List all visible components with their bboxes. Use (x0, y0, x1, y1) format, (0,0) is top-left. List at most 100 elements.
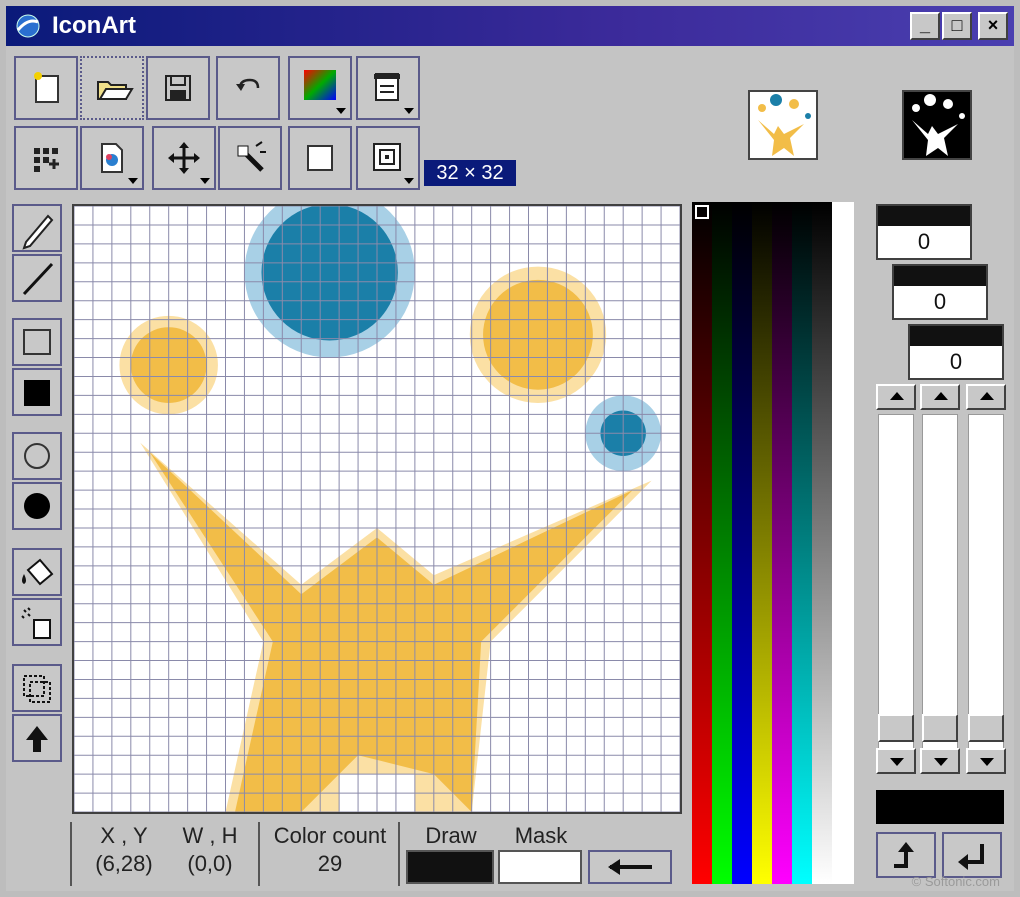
blue-slider[interactable] (966, 384, 1006, 776)
color-count-status: Color count 29 (268, 822, 392, 878)
magic-wand-icon (237, 141, 266, 172)
line-icon (22, 262, 54, 296)
palette-column[interactable] (712, 202, 732, 884)
slider-thumb[interactable] (878, 714, 914, 742)
palette-column[interactable] (792, 202, 812, 884)
arrow-left-icon (608, 859, 652, 875)
new-button[interactable] (14, 56, 78, 120)
palette-column[interactable] (732, 202, 752, 884)
slider-up-button[interactable] (966, 384, 1006, 410)
green-slider[interactable] (920, 384, 960, 776)
dropdown-arrow-icon (404, 178, 414, 184)
rect-filled-icon (24, 380, 50, 406)
new-icon (34, 72, 59, 103)
save-icon (165, 75, 191, 101)
blue-value[interactable]: 0 (910, 346, 1002, 378)
status-divider (70, 822, 72, 886)
properties-button[interactable] (356, 56, 420, 120)
slider-thumb[interactable] (968, 714, 1004, 742)
add-pixels-button[interactable] (14, 126, 78, 190)
main-window: 32 × 32 X , Y (6,28) W , H (0,0) Color c… (6, 46, 1014, 891)
slider-up-button[interactable] (920, 384, 960, 410)
arrow-up-icon (890, 392, 904, 400)
shift-up-icon (26, 726, 48, 752)
color-count-value: 29 (317, 851, 343, 876)
mask-label: Mask (514, 823, 568, 848)
slider-down-button[interactable] (966, 748, 1006, 774)
close-button[interactable]: × (978, 12, 1008, 40)
slider-down-button[interactable] (876, 748, 916, 774)
status-divider (398, 822, 400, 886)
dropdown-arrow-icon (404, 108, 414, 114)
magic-wand-button[interactable] (218, 126, 282, 190)
arrow-down-icon (934, 758, 948, 766)
draw-color-swatch[interactable] (406, 850, 494, 884)
green-value[interactable]: 0 (894, 286, 986, 318)
arrow-up-icon (934, 392, 948, 400)
maximize-button[interactable]: □ (942, 12, 972, 40)
watermark: © Softonic.com (911, 874, 1000, 889)
color-preview (748, 90, 818, 160)
wh-status: W , H (0,0) (170, 822, 250, 878)
wh-value: (0,0) (187, 851, 233, 876)
spray-icon (21, 607, 51, 639)
icon-size-label: 32 × 32 (424, 160, 516, 186)
mask-color-swatch[interactable] (498, 850, 582, 884)
slider-down-button[interactable] (920, 748, 960, 774)
slider-track[interactable] (878, 414, 914, 750)
yellow-ball (483, 279, 593, 390)
apply-color-up-button[interactable] (876, 832, 936, 878)
image-import-button[interactable] (80, 126, 144, 190)
open-folder-icon (97, 81, 134, 100)
palette-column[interactable] (752, 202, 772, 884)
fill-bucket-icon (22, 558, 54, 586)
red-value[interactable]: 0 (878, 226, 970, 258)
open-button[interactable] (80, 56, 144, 120)
red-value-box[interactable]: 0 (876, 204, 972, 260)
rect-outline-icon (23, 329, 51, 355)
palette-column[interactable] (812, 202, 832, 884)
pixel-grid[interactable] (74, 206, 680, 812)
select-tool[interactable] (12, 664, 62, 712)
ellipse-filled-icon (24, 493, 50, 519)
swap-colors-button[interactable] (588, 850, 672, 884)
save-button[interactable] (146, 56, 210, 120)
palette-column[interactable] (692, 202, 712, 884)
juggler-preview-icon (758, 94, 811, 156)
undo-button[interactable] (216, 56, 280, 120)
slider-thumb[interactable] (922, 714, 958, 742)
minimize-button[interactable]: _ (910, 12, 940, 40)
palette-white-column[interactable] (832, 202, 854, 884)
spray-tool[interactable] (12, 598, 62, 646)
apply-color-enter-button[interactable] (942, 832, 1002, 878)
blue-value-box[interactable]: 0 (908, 324, 1004, 380)
move-button[interactable] (152, 126, 216, 190)
slider-up-button[interactable] (876, 384, 916, 410)
slider-track[interactable] (968, 414, 1004, 750)
palette-column[interactable] (772, 202, 792, 884)
rect-outline-tool[interactable] (12, 318, 62, 366)
title-bar: IconArt _ □ × (6, 6, 1014, 46)
line-tool[interactable] (12, 254, 62, 302)
mask-preview (902, 90, 972, 160)
status-divider (258, 822, 260, 886)
ellipse-outline-icon (24, 443, 50, 469)
target-square-button[interactable] (356, 126, 420, 190)
enter-icon (958, 844, 984, 870)
fill-bucket-tool[interactable] (12, 548, 62, 596)
dropdown-arrow-icon (128, 178, 138, 184)
pixel-canvas[interactable] (72, 204, 682, 814)
ellipse-outline-tool[interactable] (12, 432, 62, 480)
shift-up-tool[interactable] (12, 714, 62, 762)
pencil-tool[interactable] (12, 204, 62, 252)
xy-status: X , Y (6,28) (84, 822, 164, 878)
ellipse-filled-tool[interactable] (12, 482, 62, 530)
add-pixels-icon (34, 148, 59, 172)
red-slider[interactable] (876, 384, 916, 776)
slider-track[interactable] (922, 414, 958, 750)
color-palette-button[interactable] (288, 56, 352, 120)
rect-filled-tool[interactable] (12, 368, 62, 416)
square-button[interactable] (288, 126, 352, 190)
green-value-box[interactable]: 0 (892, 264, 988, 320)
color-palette[interactable] (692, 202, 860, 884)
